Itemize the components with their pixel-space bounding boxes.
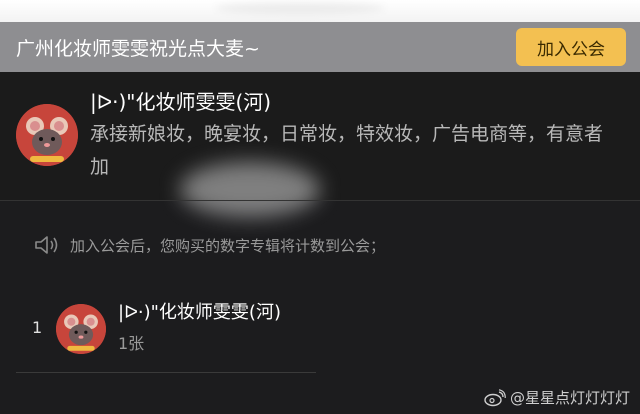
guild-header: 广州化妆师雯雯祝光点大麦~ 加入公会 [0, 22, 640, 72]
top-smudge [215, 2, 385, 14]
blur-overlay [180, 162, 320, 217]
member-album-count: 1张 [118, 334, 145, 353]
page-title: 广州化妆师雯雯祝光点大麦~ [16, 37, 260, 60]
mouse-avatar-icon[interactable] [56, 304, 106, 354]
guild-description: 承接新娘妆，晚宴妆，日常妆，特效妆，广告电商等，有意者加 [90, 123, 604, 178]
guild-notice: 加入公会后，您购买的数字专辑将计数到公会； [34, 234, 385, 256]
weibo-icon [484, 388, 506, 406]
notice-text: 加入公会后，您购买的数字专辑将计数到公会； [70, 236, 386, 255]
member-divider [16, 372, 316, 373]
watermark: @星星点灯灯灯灯 [484, 387, 630, 408]
mouse-avatar-icon[interactable] [16, 104, 78, 166]
join-guild-button[interactable]: 加入公会 [516, 28, 626, 66]
speaker-icon [35, 236, 58, 254]
guild-name: |ᐅ·)"化妆师雯雯(河) [90, 90, 272, 114]
member-row[interactable]: 1 |ᐅ·)"化妆师雯雯(河) 1张 [0, 292, 640, 372]
guild-info-card[interactable]: |ᐅ·)"化妆师雯雯(河) 承接新娘妆，晚宴妆，日常妆，特效妆，广告电商等，有意… [0, 72, 640, 217]
top-strip [0, 0, 640, 22]
watermark-text: @星星点灯灯灯灯 [509, 389, 630, 407]
section-divider [0, 200, 640, 201]
member-rank: 1 [32, 318, 43, 337]
member-name: |ᐅ·)"化妆师雯雯(河) [118, 302, 281, 323]
